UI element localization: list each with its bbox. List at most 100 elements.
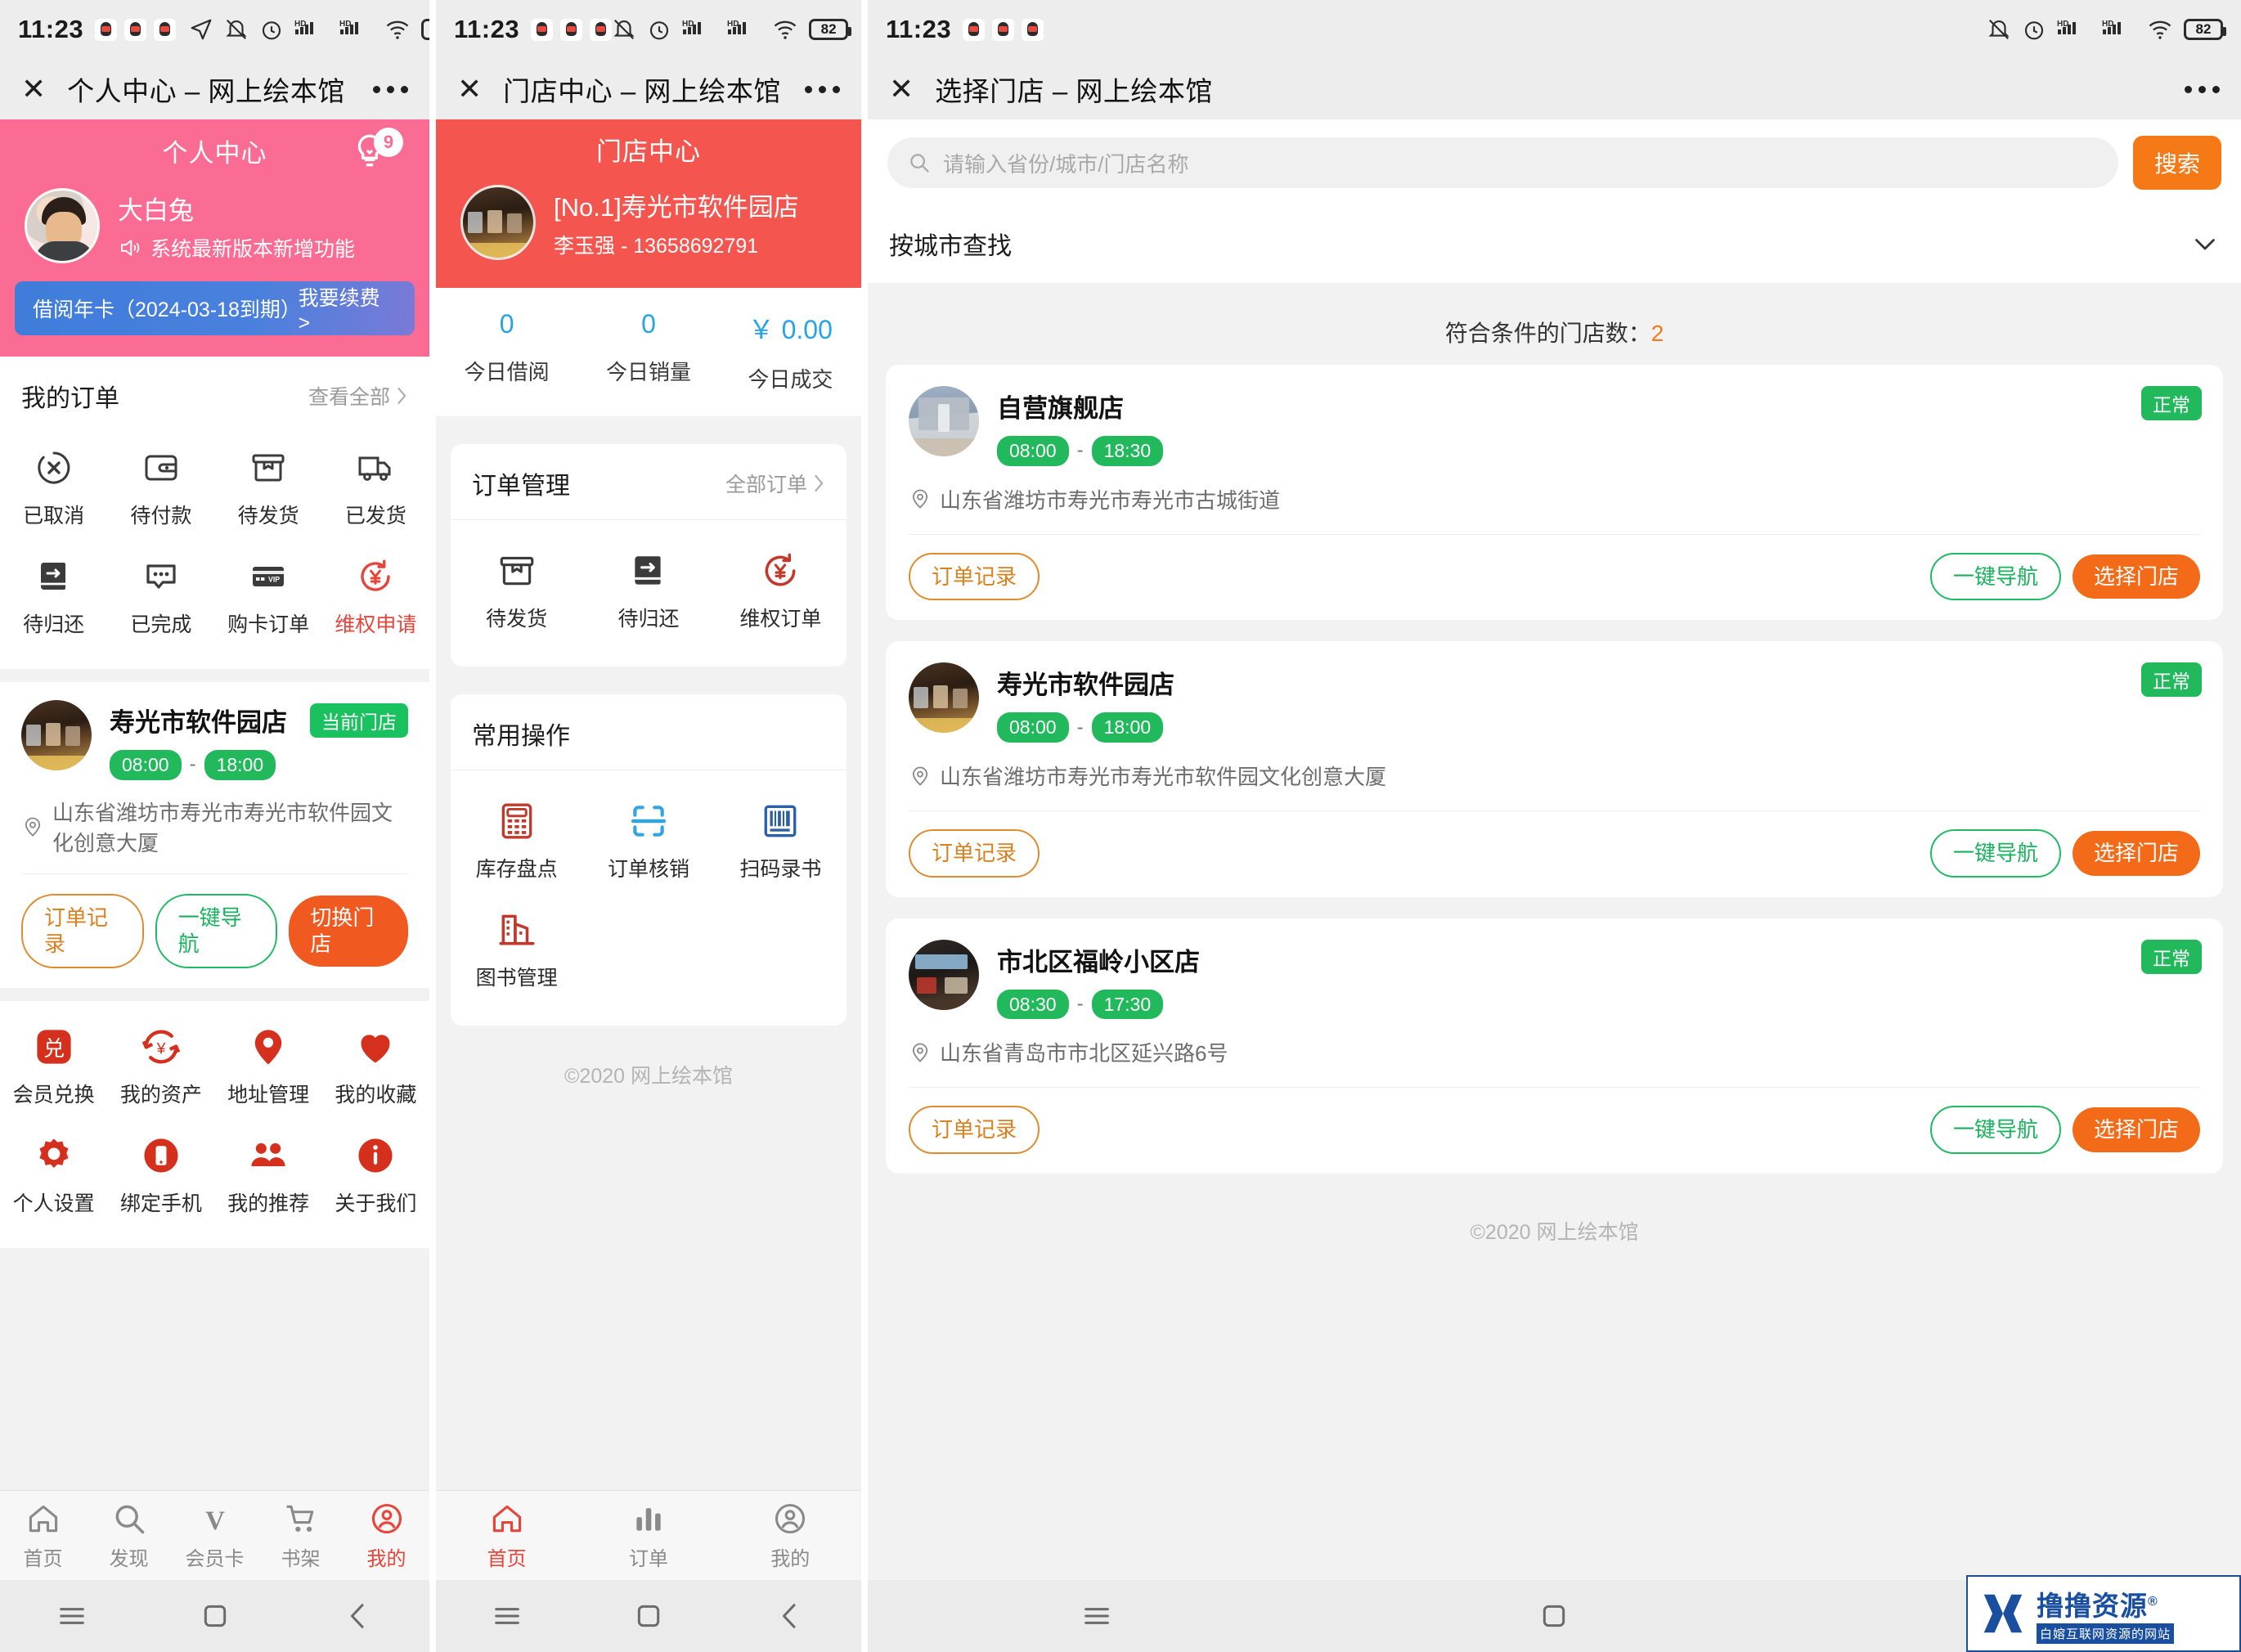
order-mgmt-toreturn[interactable]: 待归还	[582, 536, 714, 645]
bottom-tab-bar-2: 首页 订单 我的	[436, 1490, 861, 1580]
three-phone-screenshots: 11:23 HD HD 82 ✕ 个人中心 – 网上绘本馆	[0, 0, 2241, 1652]
membership-card-banner[interactable]: 借阅年卡（2024-03-18到期） 我要续费 >	[15, 281, 415, 335]
book-return-icon	[627, 550, 670, 592]
speaker-icon	[118, 236, 142, 260]
order-status-refund[interactable]: 维权申请	[322, 542, 429, 651]
op-label: 订单核销	[607, 858, 689, 881]
function-my-assets[interactable]: ¥ 我的资产	[107, 1012, 214, 1121]
more-menu-icon[interactable]	[805, 85, 840, 93]
switch-store-button[interactable]: 切换门店	[289, 895, 409, 967]
more-menu-icon[interactable]	[2185, 85, 2220, 93]
navigate-button[interactable]: 一键导航	[1929, 1106, 2061, 1154]
tab-membercard[interactable]: V 会员卡	[172, 1501, 258, 1571]
close-icon[interactable]: ✕	[457, 74, 482, 104]
user-row[interactable]: 大白兔 系统最新版本新增功能	[0, 182, 429, 267]
android-nav-bar-1	[0, 1580, 429, 1652]
order-records-button[interactable]: 订单记录	[909, 829, 1040, 878]
watermark-title: 撸撸资源®	[2037, 1590, 2158, 1621]
back-icon[interactable]	[339, 1597, 377, 1635]
section-title-order-mgmt: 订单管理	[472, 473, 570, 500]
order-status-toship[interactable]: 待发货	[215, 433, 322, 542]
mute-bell-icon	[1987, 17, 2011, 42]
tab-home[interactable]: 首页	[0, 1501, 86, 1571]
function-label: 我的推荐	[227, 1192, 310, 1215]
tab-bookshelf[interactable]: 书架	[258, 1501, 344, 1571]
chevron-down-icon[interactable]	[2190, 229, 2220, 258]
stat-today-sales: 0 今日销量	[577, 309, 719, 393]
order-records-button[interactable]: 订单记录	[21, 893, 144, 968]
tab-orders[interactable]: 订单	[577, 1501, 719, 1571]
menu-icon[interactable]	[53, 1597, 91, 1635]
store-name: 寿光市软件园店	[997, 671, 1174, 700]
store-address-row: 山东省潍坊市寿光市寿光市古城街道	[909, 466, 2200, 534]
close-icon[interactable]: ✕	[889, 74, 914, 104]
order-status-shipped[interactable]: 已发货	[322, 433, 429, 542]
close-time: 17:30	[1091, 989, 1164, 1020]
tab-home[interactable]: 首页	[436, 1501, 577, 1571]
home-square-icon[interactable]	[630, 1597, 667, 1635]
navigate-button[interactable]: 一键导航	[155, 893, 278, 968]
close-icon[interactable]: ✕	[21, 74, 46, 104]
tab-discover[interactable]: 发现	[86, 1501, 172, 1571]
cancel-circle-icon	[33, 447, 75, 489]
avatar[interactable]	[25, 188, 100, 263]
order-records-button[interactable]: 订单记录	[909, 552, 1040, 601]
function-member-exchange[interactable]: 兑 会员兑换	[0, 1012, 107, 1121]
order-status-cardpurchase[interactable]: VIP 购卡订单	[215, 542, 322, 651]
op-order-verify[interactable]: 订单核销	[582, 787, 714, 896]
select-store-button[interactable]: 选择门店	[2072, 1107, 2200, 1152]
function-bind-phone[interactable]: 绑定手机	[107, 1121, 214, 1230]
tab-mine[interactable]: 我的	[344, 1501, 429, 1571]
signal-icon: HD	[727, 17, 761, 42]
order-mgmt-toship[interactable]: 待发货	[451, 536, 582, 645]
menu-icon[interactable]	[488, 1597, 526, 1635]
order-status-toreturn[interactable]: 待归还	[0, 542, 107, 651]
view-all-orders-link[interactable]: 查看全部	[308, 381, 408, 411]
function-label: 我的资产	[119, 1083, 202, 1107]
renew-link[interactable]: 我要续费 >	[299, 282, 397, 335]
search-button[interactable]: 搜索	[2132, 136, 2221, 190]
function-personal-settings[interactable]: 个人设置	[0, 1121, 107, 1230]
home-square-icon[interactable]	[1535, 1597, 1573, 1635]
op-label: 库存盘点	[475, 858, 558, 881]
select-store-button[interactable]: 选择门店	[2072, 554, 2200, 599]
refund-yuan-icon	[759, 550, 802, 592]
page-title: 个人中心 – 网上绘本馆	[67, 76, 345, 106]
function-my-referrals[interactable]: 我的推荐	[215, 1121, 322, 1230]
order-status-cancelled[interactable]: 已取消	[0, 433, 107, 542]
all-orders-link[interactable]: 全部订单	[725, 469, 825, 498]
truck-icon	[354, 447, 397, 489]
qq-icon	[95, 18, 118, 41]
notification-bulb-button[interactable]: 9	[349, 128, 403, 173]
store-action-row: 订单记录 一键导航 选择门店	[909, 811, 2200, 897]
user-notice-text: 系统最新版本新增功能	[150, 237, 356, 261]
order-status-unpaid[interactable]: 待付款	[107, 433, 214, 542]
navigate-button[interactable]: 一键导航	[1929, 829, 2061, 878]
op-scan-book[interactable]: 扫码录书	[715, 787, 847, 896]
select-store-button[interactable]: 选择门店	[2072, 831, 2200, 876]
qq-icon	[590, 18, 613, 41]
function-address-management[interactable]: 地址管理	[215, 1012, 322, 1121]
search-input[interactable]: 请输入省份/城市/门店名称	[887, 137, 2118, 188]
tab-label: 首页	[487, 1547, 527, 1570]
order-status-completed[interactable]: 已完成	[107, 542, 214, 651]
function-my-favorites[interactable]: 我的收藏	[322, 1012, 429, 1121]
tab-mine[interactable]: 我的	[720, 1501, 861, 1571]
status-time: 11:23	[454, 15, 520, 43]
order-records-button[interactable]: 订单记录	[909, 1106, 1040, 1154]
order-mgmt-refund[interactable]: 维权订单	[715, 536, 847, 645]
count-prefix: 符合条件的门店数：	[1444, 321, 1651, 346]
back-icon[interactable]	[771, 1597, 809, 1635]
order-status-label: 待付款	[130, 505, 192, 527]
function-about-us[interactable]: 关于我们	[322, 1121, 429, 1230]
menu-icon[interactable]	[1078, 1597, 1116, 1635]
current-store-badge: 当前门店	[310, 703, 408, 738]
navigate-button[interactable]: 一键导航	[1929, 552, 2061, 601]
op-inventory-count[interactable]: 库存盘点	[451, 787, 582, 896]
op-book-management[interactable]: 图书管理	[451, 896, 582, 1004]
search-icon	[907, 150, 932, 175]
filter-by-city-row[interactable]: 按城市查找	[868, 208, 2241, 283]
section-gap	[0, 669, 429, 682]
home-square-icon[interactable]	[196, 1597, 234, 1635]
more-menu-icon[interactable]	[373, 85, 408, 93]
